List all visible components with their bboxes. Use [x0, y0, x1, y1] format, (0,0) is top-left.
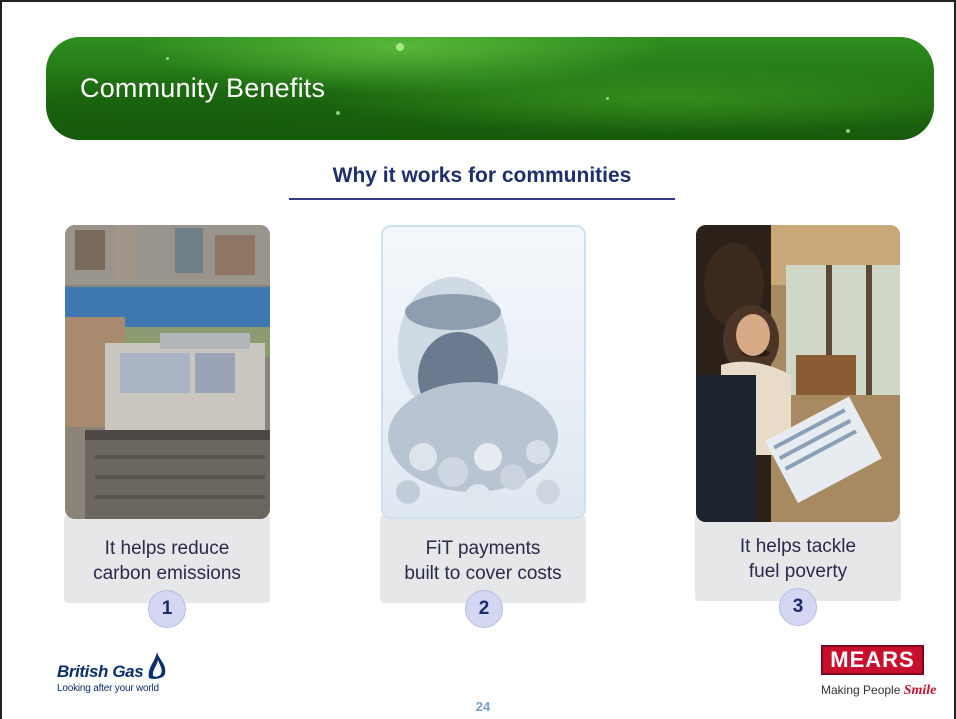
caption-line: FiT payments	[425, 538, 541, 559]
city-rooftop-image	[65, 225, 270, 519]
mears-wordmark: MEARS	[821, 645, 924, 675]
subtitle-underline	[289, 198, 675, 200]
benefit-caption-1: It helps reduce carbon emissions	[64, 536, 270, 586]
city-rooftop-photo	[65, 225, 270, 519]
benefit-caption-3: It helps tackle fuel poverty	[695, 534, 901, 584]
mears-logo: MEARS Making People Smile	[821, 645, 936, 699]
banner-speck	[396, 43, 404, 51]
british-gas-tagline: Looking after your world	[57, 683, 159, 694]
british-gas-logo: British Gas Looking after your world	[57, 650, 169, 694]
caption-line: built to cover costs	[404, 563, 562, 584]
british-gas-name: British Gas	[57, 662, 144, 681]
banner-speck	[846, 129, 850, 133]
people-clipboard-image	[696, 225, 900, 522]
caption-line: It helps tackle	[739, 536, 857, 557]
mears-tagline-smile: Smile	[903, 683, 937, 698]
title-banner: Community Benefits	[46, 37, 934, 140]
mears-tagline: Making People Smile	[821, 683, 936, 699]
number-badge-3: 3	[779, 588, 817, 626]
caption-line: It helps reduce	[104, 538, 230, 559]
banner-speck	[336, 111, 340, 115]
section-subtitle: Why it works for communities	[332, 164, 632, 187]
slide-title: Community Benefits	[80, 73, 326, 103]
coins-jar-image	[383, 227, 584, 517]
page-number: 24	[475, 699, 491, 714]
flame-icon	[148, 652, 166, 679]
mears-tagline-text: Making People	[821, 683, 904, 697]
banner-speck	[606, 97, 609, 100]
number-badge-1: 1	[148, 590, 186, 628]
people-photo	[696, 225, 900, 522]
caption-line: fuel poverty	[748, 561, 848, 582]
number-badge-2: 2	[465, 590, 503, 628]
benefit-caption-2: FiT payments built to cover costs	[380, 536, 586, 586]
coins-photo	[381, 225, 586, 519]
banner-speck	[166, 57, 169, 60]
caption-line: carbon emissions	[93, 563, 241, 584]
